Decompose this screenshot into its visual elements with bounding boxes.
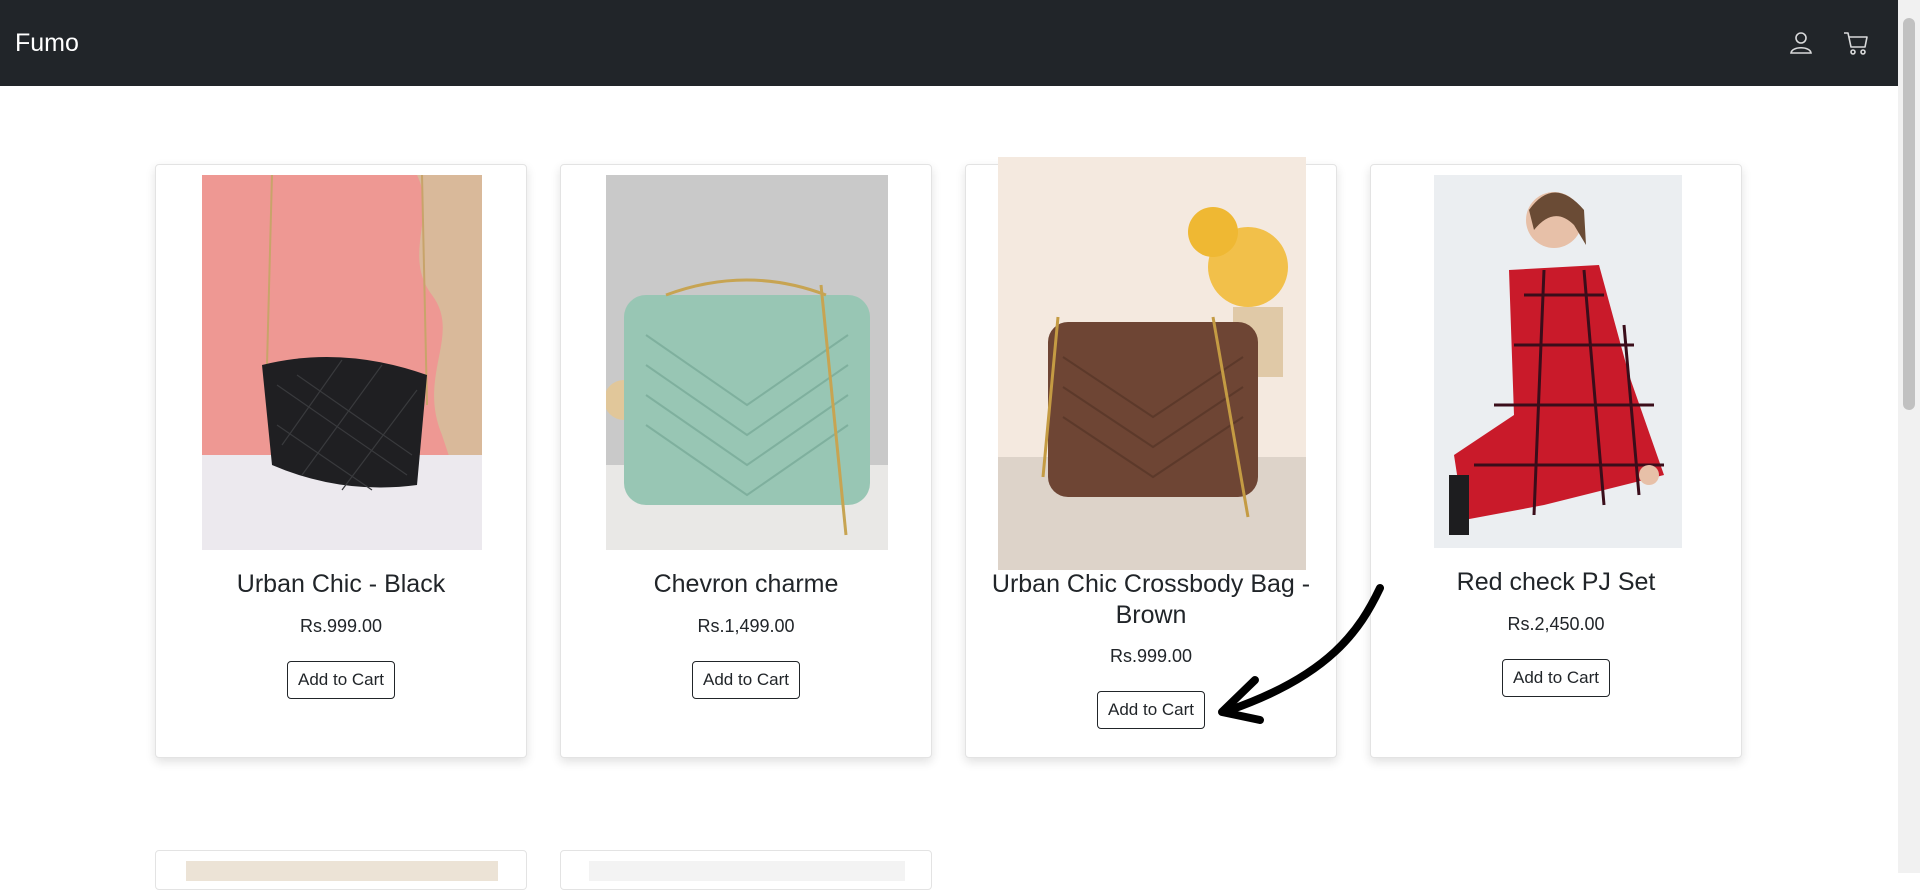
product-title[interactable]: Red check PJ Set <box>1381 567 1731 598</box>
scrollbar[interactable] <box>1898 0 1920 873</box>
product-image[interactable] <box>998 157 1306 570</box>
product-title[interactable]: Chevron charme <box>571 569 921 600</box>
arrow-pointer-icon <box>1210 580 1390 730</box>
product-price: Rs.999.00 <box>299 616 383 636</box>
product-image[interactable] <box>606 175 888 550</box>
product-card <box>155 850 527 890</box>
add-to-cart-button[interactable]: Add to Cart <box>1502 659 1610 697</box>
user-icon[interactable] <box>1787 29 1815 57</box>
product-card: Chevron charme Rs.1,499.00 Add to Cart <box>560 164 932 758</box>
add-to-cart-button[interactable]: Add to Cart <box>1097 691 1205 729</box>
product-price: Rs.2,450.00 <box>1507 614 1605 634</box>
product-card <box>560 850 932 890</box>
product-price: Rs.1,499.00 <box>697 616 795 636</box>
navbar: Fumo <box>0 0 1898 86</box>
brand-logo[interactable]: Fumo <box>15 26 79 60</box>
product-image[interactable] <box>186 861 498 881</box>
scrollbar-thumb[interactable] <box>1903 18 1915 410</box>
add-to-cart-button[interactable]: Add to Cart <box>287 661 395 699</box>
product-image[interactable] <box>1434 175 1682 548</box>
cart-icon[interactable] <box>1842 29 1870 57</box>
product-image[interactable] <box>589 861 905 881</box>
product-image[interactable] <box>202 175 482 550</box>
product-card: Red check PJ Set Rs.2,450.00 Add to Cart <box>1370 164 1742 758</box>
add-to-cart-button[interactable]: Add to Cart <box>692 661 800 699</box>
product-title[interactable]: Urban Chic - Black <box>166 569 516 600</box>
product-card: Urban Chic - Black Rs.999.00 Add to Cart <box>155 164 527 758</box>
